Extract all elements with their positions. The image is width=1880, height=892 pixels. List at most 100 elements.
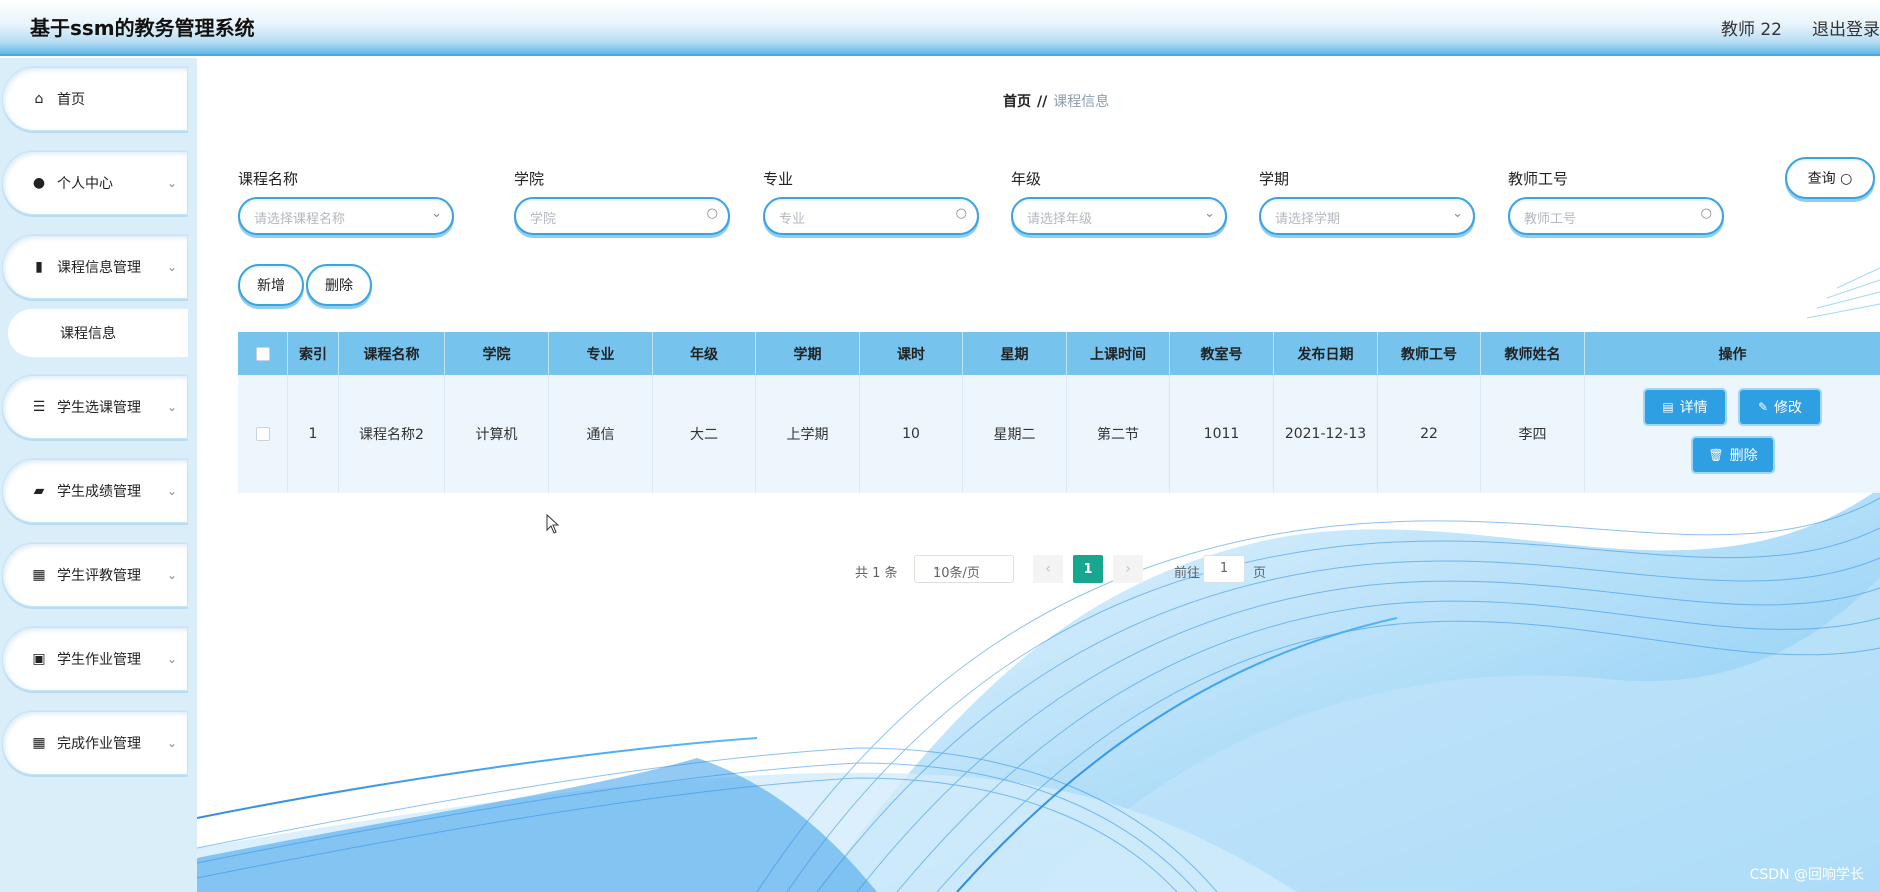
chevron-down-icon: ⌄ — [166, 176, 177, 190]
sidebar-item-grades[interactable]: ▰ 学生成绩管理 ⌄ — [2, 459, 188, 523]
sidebar-item-evaluation[interactable]: ▦ 学生评教管理 ⌄ — [2, 543, 188, 607]
chevron-down-icon: ⌄ — [1204, 206, 1215, 221]
college-input[interactable]: 学院 ○ — [514, 197, 730, 235]
briefcase-icon: ▰ — [33, 483, 45, 499]
column-header: 学期 — [756, 332, 860, 375]
sidebar-item-completed-homework[interactable]: ▦ 完成作业管理 ⌄ — [2, 711, 188, 775]
select-all-checkbox[interactable] — [255, 346, 270, 361]
user-icon: ● — [32, 175, 46, 191]
table-row: 1 课程名称2 计算机 通信 大二 上学期 10 星期二 第二节 1011 20… — [238, 375, 1880, 493]
table-cell: 计算机 — [445, 375, 549, 493]
table-cell: 22 — [1378, 375, 1481, 493]
page-number-button[interactable]: 1 — [1073, 555, 1103, 583]
row-select-cell[interactable] — [238, 375, 288, 493]
goto-suffix: 页 — [1253, 566, 1267, 581]
list-icon: ☰ — [32, 399, 46, 415]
row-checkbox[interactable] — [255, 427, 270, 441]
column-header: 星期 — [963, 332, 1067, 375]
column-header: 上课时间 — [1067, 332, 1170, 375]
current-user-label: 教师 22 — [1720, 20, 1782, 40]
select-all-cell[interactable] — [238, 332, 288, 375]
sidebar-item-course-selection[interactable]: ☰ 学生选课管理 ⌄ — [2, 375, 188, 439]
table-header-row: 索引 课程名称 学院 专业 年级 学期 课时 星期 上课时间 教室号 发布日期 … — [238, 332, 1880, 375]
column-header: 教师姓名 — [1481, 332, 1585, 375]
sidebar-subitem-label: 课程信息 — [60, 326, 116, 342]
sidebar-item-homework[interactable]: ▣ 学生作业管理 ⌄ — [2, 627, 188, 691]
chevron-down-icon: ⌄ — [166, 652, 177, 666]
column-header: 课时 — [860, 332, 963, 375]
search-icon: ○ — [955, 206, 967, 221]
breadcrumb-current: 课程信息 — [1053, 94, 1110, 110]
table-cell: 大二 — [653, 375, 756, 493]
breadcrumb-home[interactable]: 首页 — [1003, 94, 1031, 110]
column-header: 学院 — [445, 332, 549, 375]
sidebar-item-label: 学生作业管理 — [57, 652, 141, 668]
column-header: 操作 — [1718, 346, 1747, 363]
next-page-button[interactable]: › — [1113, 555, 1143, 583]
trash-icon: 🗑 — [1708, 448, 1724, 462]
detail-button[interactable]: ▤ 详情 — [1645, 390, 1725, 424]
chevron-down-icon: ⌄ — [166, 260, 177, 274]
column-header: 课程名称 — [339, 332, 445, 375]
grade-select[interactable]: 请选择年级 ⌄ — [1011, 197, 1227, 235]
goto-page-input[interactable]: 1 — [1203, 555, 1245, 583]
placeholder-text: 教师工号 — [1524, 212, 1577, 227]
placeholder-text: 请选择课程名称 — [254, 212, 346, 227]
book-icon: ▮ — [35, 259, 43, 275]
placeholder-text: 学院 — [530, 212, 557, 227]
edit-button[interactable]: ✎ 修改 — [1740, 390, 1820, 424]
sidebar-subitem-course-info[interactable]: 课程信息 — [8, 309, 188, 357]
sidebar-item-course-management[interactable]: ▮ 课程信息管理 ⌄ — [2, 235, 188, 299]
sidebar-item-home[interactable]: ⌂ 首页 — [2, 67, 188, 131]
breadcrumb: 首页 // 课程信息 — [1003, 91, 1109, 111]
sidebar-item-label: 课程信息管理 — [57, 260, 141, 276]
mouse-cursor-icon — [546, 514, 560, 534]
actions-cell: ▤ 详情 ✎ 修改 🗑 删除 — [1585, 375, 1880, 493]
page-size-select[interactable]: 10条/页 ⌄ — [914, 555, 1014, 583]
prev-page-button[interactable]: ‹ — [1033, 555, 1063, 583]
semester-select[interactable]: 请选择学期 ⌄ — [1259, 197, 1475, 235]
logout-link[interactable]: 退出登录 — [1812, 15, 1880, 40]
table-cell: 李四 — [1481, 375, 1585, 493]
watermark: CSDN @回响学长 — [1749, 867, 1864, 883]
table-cell: 上学期 — [756, 375, 860, 493]
filter-label-grade: 年级 — [1011, 170, 1042, 188]
column-header: 年级 — [653, 332, 756, 375]
batch-delete-button[interactable]: 删除 — [306, 264, 372, 306]
sidebar-item-label: 学生成绩管理 — [57, 484, 141, 500]
placeholder-text: 请选择学期 — [1275, 212, 1341, 227]
column-header: 教室号 — [1170, 332, 1274, 375]
document-icon: ▤ — [1662, 400, 1674, 414]
teacher-id-input[interactable]: 教师工号 ○ — [1508, 197, 1724, 235]
main-content: 首页//课程信息 课程名称 请选择课程名称 ⌄ 学院 学院 ○ 专业 专业 ○ … — [197, 58, 1880, 892]
add-button[interactable]: 新增 — [238, 264, 304, 306]
sidebar-item-label: 学生评教管理 — [57, 568, 141, 584]
table-cell: 星期二 — [963, 375, 1067, 493]
major-input[interactable]: 专业 ○ — [763, 197, 979, 235]
filter-label-teacher-id: 教师工号 — [1508, 170, 1569, 188]
filter-label-major: 专业 — [763, 170, 794, 188]
table-cell: 1011 — [1170, 375, 1274, 493]
edit-button-label: 修改 — [1774, 400, 1803, 416]
clipboard-icon: ▣ — [32, 651, 46, 667]
filter-label-semester: 学期 — [1259, 170, 1290, 188]
delete-button[interactable]: 🗑 删除 — [1693, 438, 1773, 472]
home-icon: ⌂ — [34, 91, 44, 107]
table-cell: 课程名称2 — [339, 375, 445, 493]
placeholder-text: 专业 — [779, 212, 806, 227]
table-cell: 通信 — [549, 375, 653, 493]
pencil-icon: ✎ — [1757, 400, 1769, 414]
chevron-down-icon: ⌄ — [166, 400, 177, 414]
table-cell: 1 — [288, 375, 339, 493]
pagination-total: 共 1 条 — [855, 566, 898, 581]
top-header: 基于ssm的教务管理系统 教师 22 退出登录 — [0, 0, 1880, 56]
grid-icon: ▦ — [32, 735, 46, 751]
chevron-down-icon: ⌄ — [1452, 206, 1463, 221]
table-cell: 10 — [860, 375, 963, 493]
detail-button-label: 详情 — [1679, 400, 1708, 416]
filter-label-course-name: 课程名称 — [238, 170, 299, 188]
course-name-select[interactable]: 请选择课程名称 ⌄ — [238, 197, 454, 235]
sidebar-item-personal-center[interactable]: ● 个人中心 ⌄ — [2, 151, 188, 215]
search-button[interactable]: 查询 ○ — [1785, 157, 1875, 199]
placeholder-text: 请选择年级 — [1027, 212, 1093, 227]
